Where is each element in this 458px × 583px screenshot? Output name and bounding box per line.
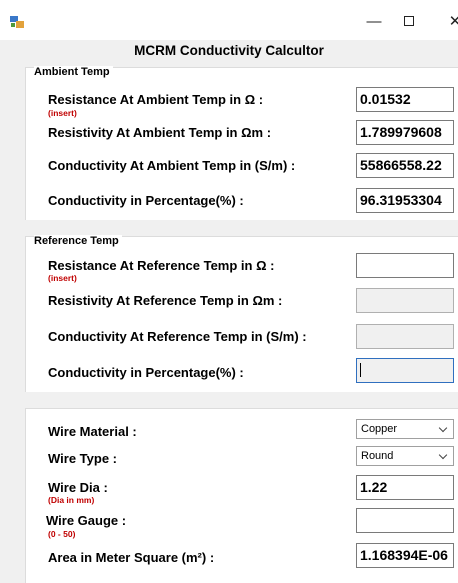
ambient-conductivity-label: Conductivity At Ambient Temp in (S/m) :	[48, 158, 296, 173]
reference-resistance-input[interactable]	[356, 253, 454, 278]
ambient-resistance-label: Resistance At Ambient Temp in Ω :	[48, 92, 264, 107]
reference-conductivity-label: Conductivity At Reference Temp in (S/m) …	[48, 329, 307, 344]
wire-gauge-input[interactable]	[356, 508, 454, 533]
wire-group: Wire Material : Copper Wire Type : Round…	[25, 408, 458, 583]
ambient-resistivity-label: Resistivity At Ambient Temp in Ωm :	[48, 125, 272, 140]
wire-type-label: Wire Type :	[48, 451, 117, 466]
wire-area-output[interactable]: 1.168394E-06	[356, 543, 454, 568]
chevron-down-icon	[438, 450, 448, 460]
wire-material-value: Copper	[361, 423, 398, 435]
wire-dia-input[interactable]: 1.22	[356, 475, 454, 500]
reference-resistivity-output[interactable]	[356, 288, 454, 313]
reference-percentage-output[interactable]	[356, 358, 454, 383]
ambient-temp-group: Ambient Temp Resistance At Ambient Temp …	[25, 66, 458, 220]
wire-type-select[interactable]: Round	[356, 446, 454, 466]
ambient-resistance-hint: (insert)	[48, 108, 77, 118]
reference-group-title: Reference Temp	[34, 235, 122, 247]
wire-type-value: Round	[361, 450, 394, 462]
wire-gauge-label: Wire Gauge :	[46, 513, 127, 528]
calculator-window: — ✕ MCRM Conductivity Calcultor Ambient …	[0, 0, 458, 583]
app-icon	[10, 16, 24, 28]
ambient-percentage-label: Conductivity in Percentage(%) :	[48, 193, 244, 208]
chevron-down-icon	[438, 423, 448, 433]
wire-gauge-hint: (0 - 50)	[48, 529, 76, 539]
title-bar: — ✕	[0, 0, 458, 40]
wire-material-select[interactable]: Copper	[356, 419, 454, 439]
text-caret	[360, 363, 361, 377]
reference-resistance-hint: (insert)	[48, 273, 77, 283]
reference-temp-group: Reference Temp Resistance At Reference T…	[25, 235, 458, 392]
reference-percentage-label: Conductivity in Percentage(%) :	[48, 365, 244, 380]
reference-resistivity-label: Resistivity At Reference Temp in Ωm :	[48, 293, 283, 308]
ambient-percentage-output[interactable]: 96.31953304	[356, 188, 454, 213]
reference-conductivity-output[interactable]	[356, 324, 454, 349]
wire-dia-label: Wire Dia :	[48, 480, 108, 495]
maximize-icon[interactable]	[395, 12, 423, 32]
ambient-resistance-input[interactable]: 0.01532	[356, 87, 454, 112]
wire-material-label: Wire Material :	[48, 424, 137, 439]
app-heading: MCRM Conductivity Calcultor	[134, 43, 324, 58]
reference-resistance-label: Resistance At Reference Temp in Ω :	[48, 258, 275, 273]
wire-dia-hint: (Dia in mm)	[48, 495, 95, 505]
ambient-group-title: Ambient Temp	[34, 66, 113, 78]
minimize-icon[interactable]: —	[360, 12, 388, 32]
ambient-conductivity-output[interactable]: 55866558.22	[356, 153, 454, 178]
wire-area-label: Area in Meter Square (m²) :	[48, 550, 215, 565]
close-icon[interactable]: ✕	[445, 12, 458, 32]
ambient-resistivity-output[interactable]: 1.789979608	[356, 120, 454, 145]
